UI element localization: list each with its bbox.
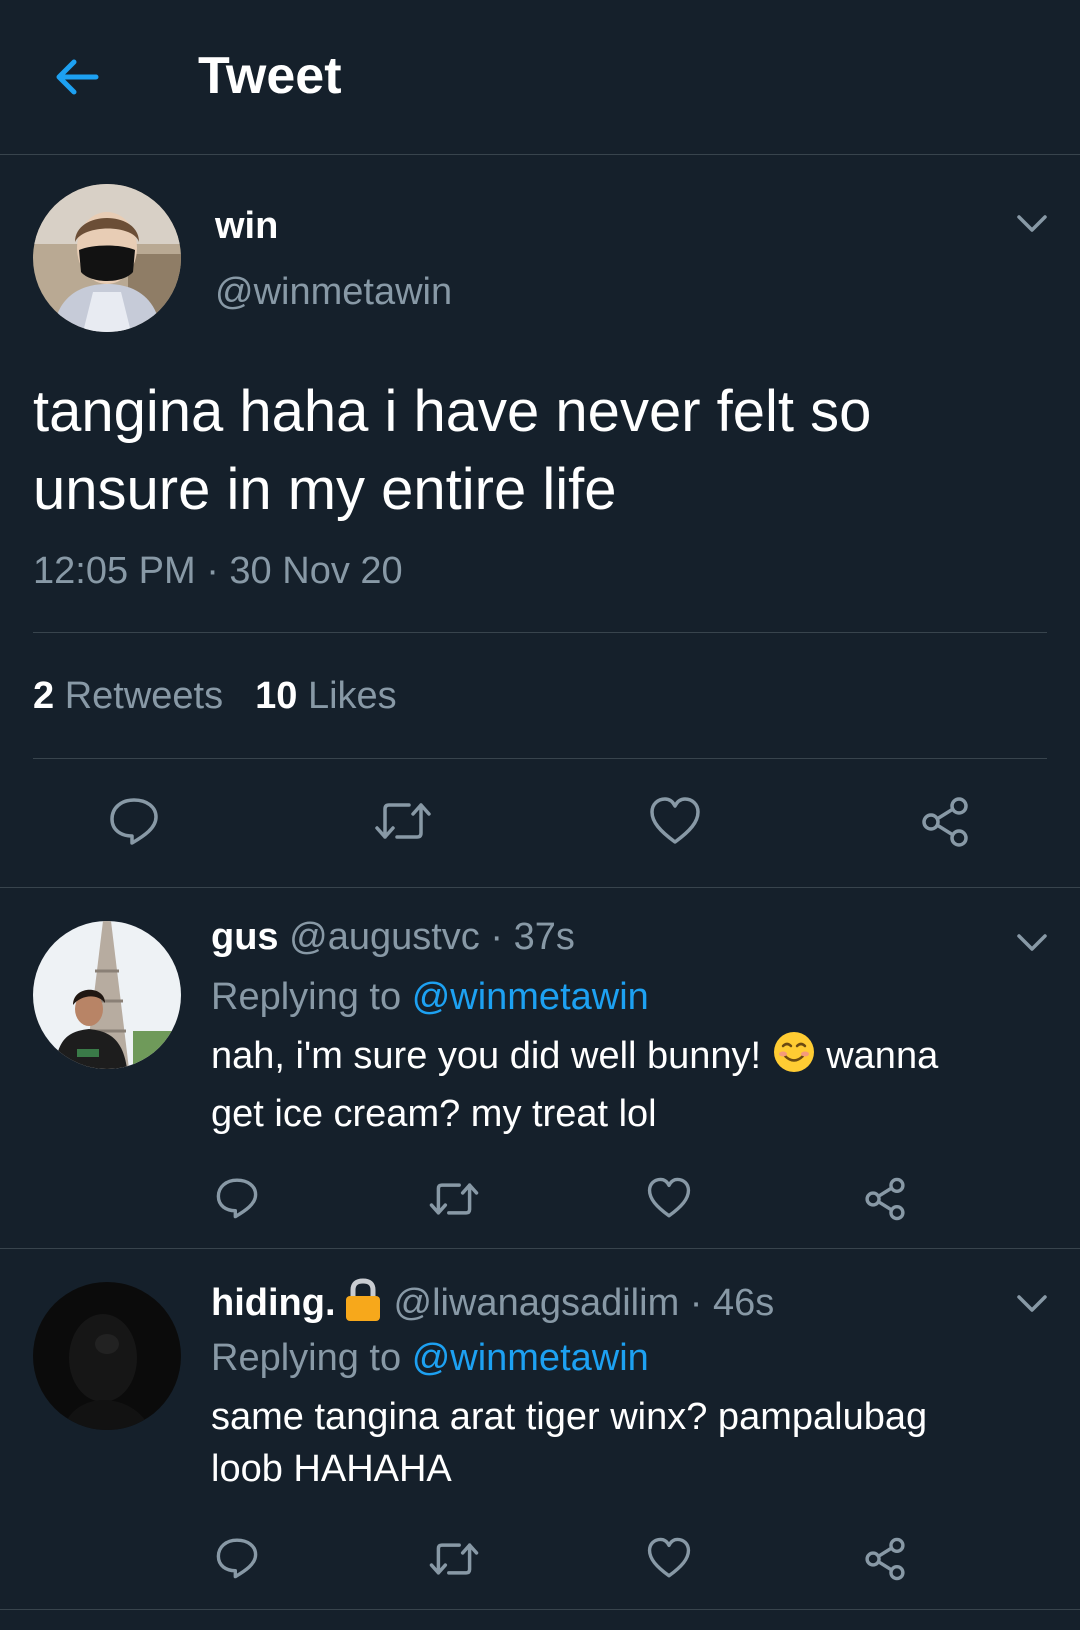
divider [33,632,1047,633]
reply-text-part: nah, i'm sure you did well bunny! [211,1035,762,1077]
author-handle[interactable]: @winmetawin [215,271,452,314]
reply-header: gus @augustvc · 37s [211,916,575,959]
like-icon[interactable] [648,795,702,847]
chevron-down-icon[interactable] [1015,211,1049,235]
reply-header: hiding. @liwanagsadilim · 46s [211,1277,774,1333]
reply-tweet[interactable]: gus @augustvc · 37s Replying to @winmeta… [0,888,1080,1249]
share-icon[interactable] [862,1176,908,1222]
reply-text: same tangina arat tiger winx? pampalubag… [211,1391,1031,1495]
author-handle[interactable]: @augustvc [289,916,480,958]
retweet-icon[interactable] [373,797,433,845]
reply-text-line: get ice cream? my treat lol [211,1093,657,1135]
reply-icon[interactable] [108,795,160,847]
like-label: Likes [307,675,397,717]
author-name[interactable]: gus [211,916,279,958]
replying-to-label: Replying to [211,1337,402,1379]
like-icon[interactable] [646,1176,692,1220]
chevron-down-icon[interactable] [1015,930,1049,954]
tweet-text: tangina haha i have never felt so unsure… [33,373,1043,529]
retweet-count: 2 [33,675,55,717]
avatar[interactable] [33,921,181,1069]
main-tweet: win @winmetawin tangina haha i have neve… [0,155,1080,888]
replying-to-label: Replying to [211,976,402,1018]
like-icon[interactable] [646,1536,692,1580]
mention-link[interactable]: @winmetawin [412,1337,649,1379]
reply-tweet[interactable]: hiding. @liwanagsadilim · 46s Replying t… [0,1249,1080,1610]
author-handle[interactable]: @liwanagsadilim [394,1282,680,1324]
author-name[interactable]: win [215,205,278,248]
tweet-stats: 2 Retweets 10 Likes [33,675,397,718]
like-count: 10 [255,675,298,717]
reply-text: nah, i'm sure you did well bunny! wanna … [211,1030,1011,1140]
author-name[interactable]: hiding. [211,1282,336,1324]
tweet-text-line: tangina haha i have never felt so [33,379,872,444]
reply-time: · 37s [490,916,575,958]
retweets-stat[interactable]: 2 Retweets [33,675,223,717]
replying-to: Replying to @winmetawin [211,1337,649,1380]
likes-stat[interactable]: 10 Likes [255,675,397,717]
chevron-down-icon[interactable] [1015,1291,1049,1315]
retweet-label: Retweets [64,675,224,717]
replying-to: Replying to @winmetawin [211,976,649,1019]
tweet-text-line: unsure in my entire life [33,457,617,522]
avatar[interactable] [33,184,181,332]
reply-text-part: wanna [826,1035,939,1077]
avatar[interactable] [33,1282,181,1430]
share-icon[interactable] [862,1536,908,1582]
reply-icon[interactable] [215,1536,259,1580]
reply-text-line: same tangina arat tiger winx? pampalubag [211,1396,928,1438]
share-icon[interactable] [918,795,972,849]
page-title: Tweet [198,47,342,105]
reply-icon[interactable] [215,1176,259,1220]
retweet-icon[interactable] [428,1538,480,1580]
arrow-left-icon[interactable] [52,52,102,102]
mention-link[interactable]: @winmetawin [412,976,649,1018]
retweet-icon[interactable] [428,1178,480,1220]
reply-time: · 46s [689,1282,775,1324]
reply-text-line: loob HAHAHA [211,1448,452,1490]
tweet-timestamp[interactable]: 12:05 PM · 30 Nov 20 [33,550,403,593]
lock-icon [344,1277,382,1333]
divider [33,758,1047,759]
top-bar: Tweet [0,0,1080,155]
smiling-face-icon [772,1030,816,1088]
